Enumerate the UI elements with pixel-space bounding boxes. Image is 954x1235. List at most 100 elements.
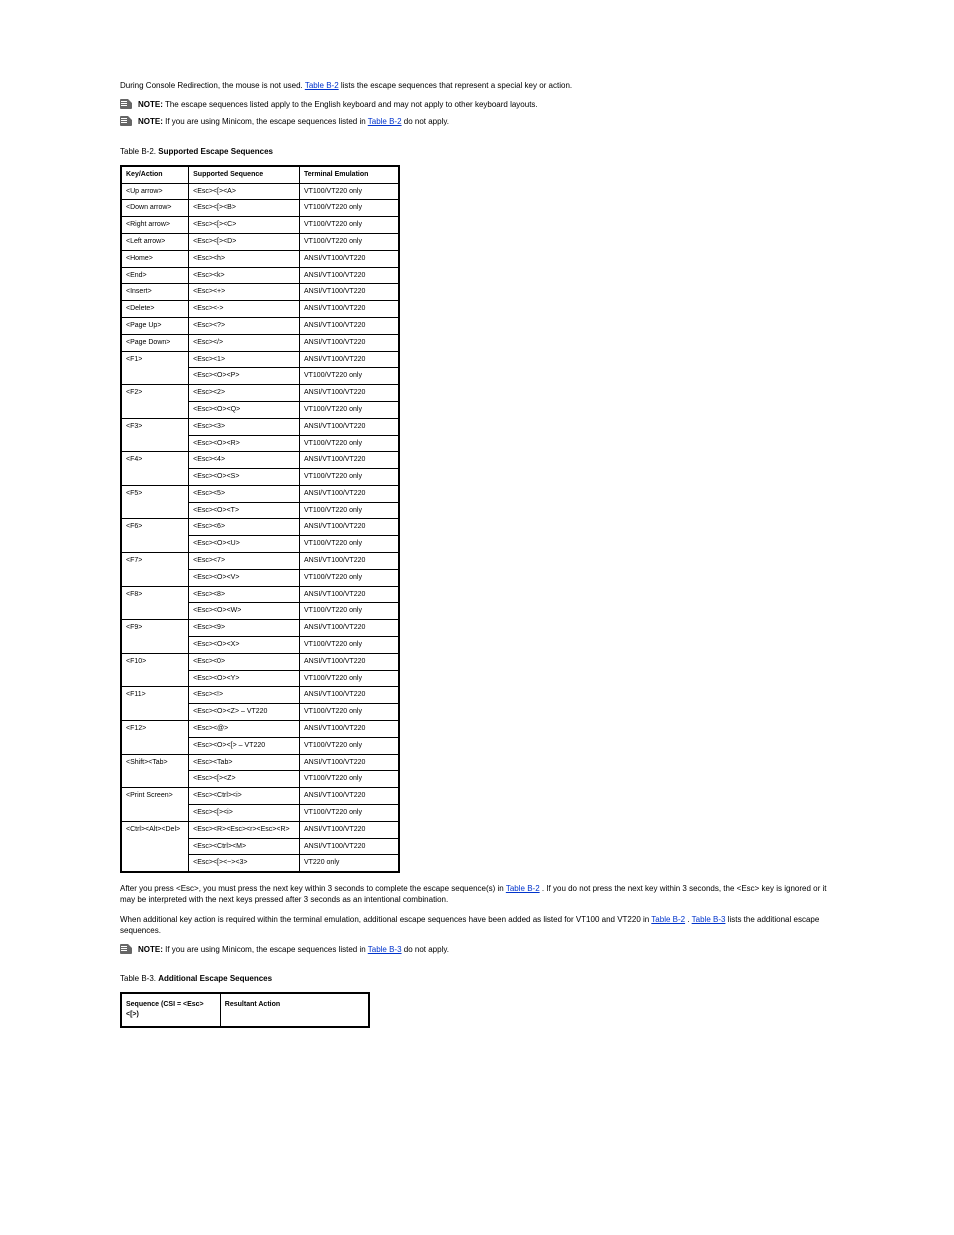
- note-body-post: do not apply.: [402, 117, 449, 126]
- link-table-b2-p2[interactable]: Table B-2: [506, 884, 540, 893]
- cell-term: ANSI/VT100/VT220: [299, 821, 399, 838]
- note-body-pre: If you are using Minicom, the escape seq…: [163, 117, 368, 126]
- table-header-row: Key/Action Supported Sequence Terminal E…: [121, 166, 399, 183]
- cell-seq: <Esc><Tab>: [189, 754, 300, 771]
- table-caption-title: Supported Escape Sequences: [158, 147, 273, 156]
- cell-key: <Page Up>: [121, 317, 189, 334]
- cell-seq: <Esc><O><Q>: [189, 401, 300, 418]
- cell-key: <Up arrow>: [121, 183, 189, 200]
- cell-term: VT100/VT220 only: [299, 536, 399, 553]
- table-row: <Down arrow><Esc><[><B>VT100/VT220 only: [121, 200, 399, 217]
- note-row-3: NOTE: If you are using Minicom, the esca…: [120, 944, 834, 955]
- cell-term: ANSI/VT100/VT220: [299, 452, 399, 469]
- cell-seq: <Esc><O><[> – VT220: [189, 737, 300, 754]
- table-row: <F7><Esc><7>ANSI/VT100/VT220: [121, 553, 399, 570]
- cell-seq: <Esc><[><i>: [189, 805, 300, 822]
- cell-key: <Right arrow>: [121, 217, 189, 234]
- link-table-b3-p3b[interactable]: Table B-3: [692, 915, 726, 924]
- cell-term: ANSI/VT100/VT220: [299, 553, 399, 570]
- note-icon: [120, 116, 132, 126]
- cell-key: <Left arrow>: [121, 233, 189, 250]
- cell-seq: <Esc><8>: [189, 586, 300, 603]
- cell-seq: <Esc><0>: [189, 653, 300, 670]
- table-row: <F3><Esc><3>ANSI/VT100/VT220: [121, 418, 399, 435]
- cell-term: VT100/VT220 only: [299, 233, 399, 250]
- cell-term: VT100/VT220 only: [299, 704, 399, 721]
- note-label: NOTE:: [138, 100, 163, 109]
- cell-key: <Down arrow>: [121, 200, 189, 217]
- cell-seq: <Esc><O><P>: [189, 368, 300, 385]
- table-row: <End><Esc><k>ANSI/VT100/VT220: [121, 267, 399, 284]
- cell-term: ANSI/VT100/VT220: [299, 267, 399, 284]
- note-row-1: NOTE: The escape sequences listed apply …: [120, 99, 834, 110]
- cell-seq: <Esc><->: [189, 301, 300, 318]
- cell-seq: <Esc><2>: [189, 385, 300, 402]
- cell-seq: <Esc><1>: [189, 351, 300, 368]
- cell-term: ANSI/VT100/VT220: [299, 301, 399, 318]
- cell-seq: <Esc><+>: [189, 284, 300, 301]
- table-row: <Home><Esc><h>ANSI/VT100/VT220: [121, 250, 399, 267]
- link-table-b3-note[interactable]: Table B-3: [368, 945, 402, 954]
- cell-seq: <Esc><[><~><3>: [189, 855, 300, 872]
- table-b2-caption: Table B-2. Supported Escape Sequences: [120, 146, 834, 157]
- table-row: <F6><Esc><6>ANSI/VT100/VT220: [121, 519, 399, 536]
- table-caption-prefix: Table B-2.: [120, 147, 156, 156]
- cell-seq: <Esc><[><Z>: [189, 771, 300, 788]
- link-table-b2-intro[interactable]: Table B-2: [305, 81, 339, 90]
- cell-term: VT100/VT220 only: [299, 670, 399, 687]
- cell-term: ANSI/VT100/VT220: [299, 385, 399, 402]
- cell-key: <F3>: [121, 418, 189, 452]
- link-table-b2-note[interactable]: Table B-2: [368, 117, 402, 126]
- p2-pre: After you press <Esc>, you must press th…: [120, 884, 506, 893]
- table-caption-prefix: Table B-3.: [120, 974, 156, 983]
- cell-key: <Shift><Tab>: [121, 754, 189, 788]
- cell-term: VT100/VT220 only: [299, 771, 399, 788]
- table-row: <F11><Esc><!>ANSI/VT100/VT220: [121, 687, 399, 704]
- table-caption-title: Additional Escape Sequences: [158, 974, 272, 983]
- cell-key: <Delete>: [121, 301, 189, 318]
- table-row: <F5><Esc><5>ANSI/VT100/VT220: [121, 485, 399, 502]
- cell-seq: <Esc></>: [189, 334, 300, 351]
- note-icon: [120, 944, 132, 954]
- cell-term: ANSI/VT100/VT220: [299, 418, 399, 435]
- note-row-2: NOTE: If you are using Minicom, the esca…: [120, 116, 834, 127]
- cell-seq: <Esc><O><S>: [189, 469, 300, 486]
- cell-seq: <Esc><O><T>: [189, 502, 300, 519]
- cell-term: VT100/VT220 only: [299, 435, 399, 452]
- table-row: <F2><Esc><2>ANSI/VT100/VT220: [121, 385, 399, 402]
- cell-key: <F1>: [121, 351, 189, 385]
- cell-term: ANSI/VT100/VT220: [299, 485, 399, 502]
- cell-term: ANSI/VT100/VT220: [299, 351, 399, 368]
- table-b3-caption: Table B-3. Additional Escape Sequences: [120, 973, 834, 984]
- cell-term: VT220 only: [299, 855, 399, 872]
- cell-term: ANSI/VT100/VT220: [299, 250, 399, 267]
- note-icon: [120, 99, 132, 109]
- link-table-b2-p3a[interactable]: Table B-2: [651, 915, 685, 924]
- cell-key: <Insert>: [121, 284, 189, 301]
- table-header-row: Sequence (CSI = <Esc><[>) Resultant Acti…: [121, 993, 369, 1027]
- table-b3: Sequence (CSI = <Esc><[>) Resultant Acti…: [120, 992, 370, 1028]
- cell-seq: <Esc><O><V>: [189, 569, 300, 586]
- cell-key: <F12>: [121, 721, 189, 755]
- cell-seq: <Esc><4>: [189, 452, 300, 469]
- table-row: <Up arrow><Esc><[><A>VT100/VT220 only: [121, 183, 399, 200]
- note-label: NOTE:: [138, 117, 163, 126]
- note-text-2: NOTE: If you are using Minicom, the esca…: [138, 116, 834, 127]
- cell-seq: <Esc><5>: [189, 485, 300, 502]
- cell-term: ANSI/VT100/VT220: [299, 721, 399, 738]
- table-row: <Page Up><Esc><?>ANSI/VT100/VT220: [121, 317, 399, 334]
- cell-key: <F5>: [121, 485, 189, 519]
- table-row: <F1><Esc><1>ANSI/VT100/VT220: [121, 351, 399, 368]
- cell-term: ANSI/VT100/VT220: [299, 754, 399, 771]
- cell-key: <F8>: [121, 586, 189, 620]
- cell-term: ANSI/VT100/VT220: [299, 653, 399, 670]
- table-row: <Insert><Esc><+>ANSI/VT100/VT220: [121, 284, 399, 301]
- table-row: <Delete><Esc><->ANSI/VT100/VT220: [121, 301, 399, 318]
- note3-post: do not apply.: [402, 945, 449, 954]
- cell-seq: <Esc><h>: [189, 250, 300, 267]
- cell-term: VT100/VT220 only: [299, 469, 399, 486]
- cell-term: ANSI/VT100/VT220: [299, 334, 399, 351]
- cell-seq: <Esc><[><B>: [189, 200, 300, 217]
- th-term: Terminal Emulation: [299, 166, 399, 183]
- note-body: The escape sequences listed apply to the…: [163, 100, 538, 109]
